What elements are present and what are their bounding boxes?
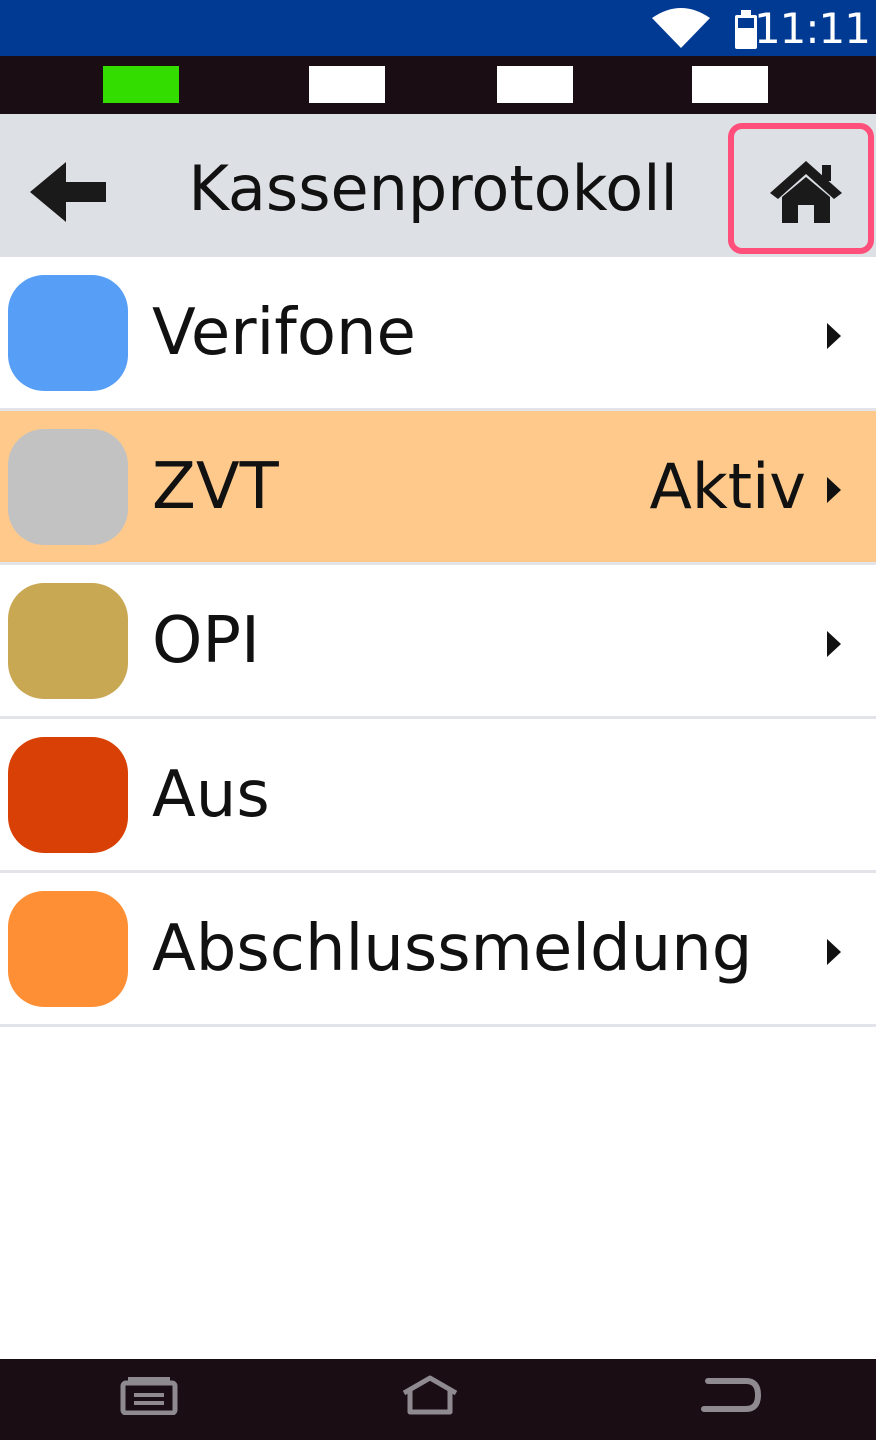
home-button[interactable]: [728, 123, 874, 254]
app-header: Kassenprotokoll: [0, 114, 876, 257]
home-nav-icon[interactable]: [400, 1375, 460, 1415]
list-item-status: Aktiv: [649, 450, 806, 523]
list-item-verifone[interactable]: Verifone: [0, 257, 876, 411]
indicator-1: [103, 66, 179, 103]
color-swatch: [8, 737, 128, 853]
list-item-zvt[interactable]: ZVT Aktiv: [0, 411, 876, 565]
indicator-3: [497, 66, 573, 103]
list-item-label: ZVT: [152, 450, 279, 524]
list-item-opi[interactable]: OPI: [0, 565, 876, 719]
protocol-list: Verifone ZVT Aktiv OPI Aus Abschlussmeld…: [0, 257, 876, 1027]
home-icon: [770, 161, 842, 223]
indicator-4: [692, 66, 768, 103]
recent-apps-icon[interactable]: [120, 1375, 178, 1415]
wifi-icon: [652, 8, 710, 48]
page-title: Kassenprotokoll: [188, 152, 678, 225]
color-swatch: [8, 583, 128, 699]
color-swatch: [8, 429, 128, 545]
chevron-right-icon: [827, 477, 841, 503]
list-item-label: Aus: [152, 758, 270, 832]
chevron-right-icon: [827, 631, 841, 657]
list-item-label: Abschlussmeldung: [152, 912, 753, 986]
arrow-left-icon[interactable]: [26, 158, 110, 226]
color-swatch: [8, 891, 128, 1007]
color-swatch: [8, 275, 128, 391]
list-item-label: OPI: [152, 604, 260, 678]
list-item-abschlussmeldung[interactable]: Abschlussmeldung: [0, 873, 876, 1027]
list-item-aus[interactable]: Aus: [0, 719, 876, 873]
status-time: 11:11: [753, 4, 871, 53]
system-nav-bar: [0, 1359, 876, 1440]
list-item-label: Verifone: [152, 296, 416, 370]
chevron-right-icon: [827, 939, 841, 965]
indicator-2: [309, 66, 385, 103]
back-nav-icon[interactable]: [700, 1375, 762, 1415]
status-bar: 11:11: [0, 0, 876, 56]
chevron-right-icon: [827, 323, 841, 349]
indicator-strip: [0, 56, 876, 114]
